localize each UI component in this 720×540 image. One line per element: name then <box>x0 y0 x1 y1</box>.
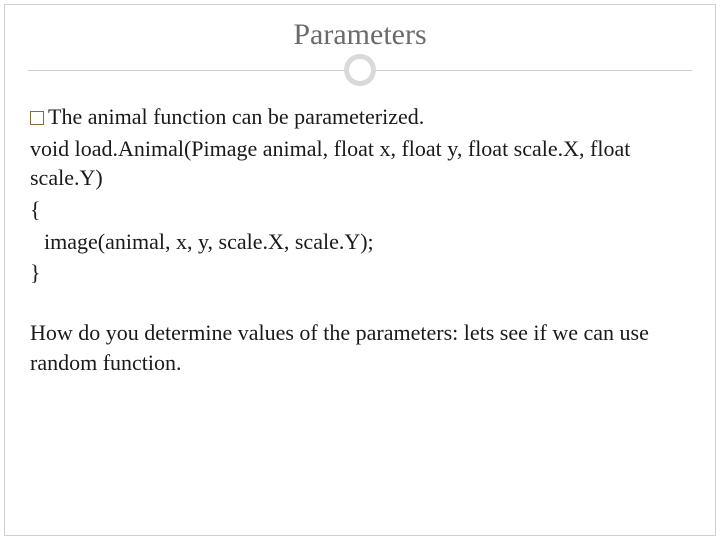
bullet-text: The animal function can be parameterized… <box>48 104 424 129</box>
slide: Parameters The animal function can be pa… <box>0 0 720 540</box>
square-bullet-icon <box>30 111 44 125</box>
code-line-2: { <box>30 195 690 225</box>
slide-content: The animal function can be parameterized… <box>30 102 690 380</box>
spacer <box>30 290 690 318</box>
code-line-3: image(animal, x, y, scale.X, scale.Y); <box>30 227 690 257</box>
divider-circle-icon <box>344 54 376 86</box>
closing-text: How do you determine values of the param… <box>30 318 690 377</box>
bullet-item: The animal function can be parameterized… <box>30 102 690 132</box>
slide-title: Parameters <box>0 18 720 52</box>
code-line-4: } <box>30 258 690 288</box>
code-line-1: void load.Animal(Pimage animal, float x,… <box>30 134 690 193</box>
